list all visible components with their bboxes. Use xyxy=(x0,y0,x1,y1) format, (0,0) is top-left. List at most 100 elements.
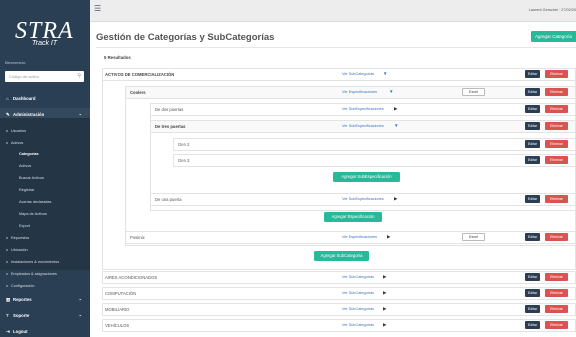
user-info[interactable]: Laurent Gerschel · 27/02/20 xyxy=(529,8,576,12)
edit-button[interactable]: Editar xyxy=(525,140,540,148)
edit-button[interactable]: Editar xyxy=(525,122,540,130)
top-bar: ☰ Laurent Gerschel · 27/02/20 xyxy=(90,0,576,22)
delete-button[interactable]: Eliminar xyxy=(545,305,568,313)
welcome-label: Bienvenido: xyxy=(5,60,26,65)
edit-button[interactable]: Editar xyxy=(525,233,540,241)
subspecification-name: De tres puertas xyxy=(155,124,186,129)
nav-activos[interactable]: Activos xyxy=(11,141,23,145)
nav-averias[interactable]: Avarías declaradas xyxy=(19,200,51,204)
view-subcategories-link[interactable]: Ver SubCategorías xyxy=(342,323,374,327)
asset-search-input[interactable]: Código de activo ⚲ xyxy=(5,71,84,82)
home-icon: ⌂ xyxy=(6,96,9,101)
delete-button[interactable]: Eliminar xyxy=(545,70,568,78)
view-subcategories-link[interactable]: Ver SubCategorías xyxy=(342,307,374,311)
edit-button[interactable]: Editar xyxy=(525,273,540,281)
nav-soporte[interactable]: ? Soporte ⌄ xyxy=(0,309,90,321)
caret-right-icon[interactable]: ▶ xyxy=(383,274,386,280)
nav-buscar-activos[interactable]: Buscar Activos xyxy=(19,176,44,180)
nav-configuracion[interactable]: Configuración xyxy=(11,284,34,288)
nav-ubicacion[interactable]: Ubicación xyxy=(11,248,28,252)
add-category-button[interactable]: Agregar Categoría xyxy=(531,31,576,42)
chevron-down-icon: ⌄ xyxy=(78,312,82,317)
subspecification-value: Gen 2 xyxy=(178,142,190,147)
caret-down-icon[interactable]: ▼ xyxy=(394,123,398,128)
view-subcategories-link[interactable]: Ver SubCategorías xyxy=(342,291,374,295)
divider xyxy=(96,47,576,48)
edit-button[interactable]: Editar xyxy=(525,105,540,113)
view-specifications-link[interactable]: Ver Especificaciones xyxy=(342,235,377,239)
add-specification-button[interactable]: Agregar Especificación xyxy=(324,212,382,222)
edit-button[interactable]: Editar xyxy=(525,321,540,329)
excel-button[interactable]: Excel xyxy=(462,233,485,241)
chevron-down-icon: ⌄ xyxy=(78,111,82,116)
nav-mapa-activos[interactable]: Mapa de Activos xyxy=(19,212,47,216)
caret-down-icon[interactable]: ▼ xyxy=(383,71,387,76)
edit-button[interactable]: Editar xyxy=(525,195,540,203)
nav-reportes[interactable]: ▥ Reportes ⌄ xyxy=(0,293,90,305)
question-icon: ? xyxy=(6,313,9,318)
search-icon[interactable]: ⚲ xyxy=(77,73,81,79)
nav-usuarios[interactable]: Usuarios xyxy=(11,129,26,133)
excel-button[interactable]: Excel xyxy=(462,88,485,96)
category-name: COMPUTACIÓN xyxy=(105,291,137,296)
subspecification-name: De dos puertas xyxy=(155,107,184,112)
nav-dashboard[interactable]: ⌂ Dashboard xyxy=(0,92,90,104)
nav-registrar[interactable]: Registrar xyxy=(19,188,34,192)
edit-button[interactable]: Editar xyxy=(525,156,540,164)
view-subcategories-link[interactable]: Ver SubCategorías xyxy=(342,275,374,279)
search-placeholder: Código de activo xyxy=(9,74,39,79)
caret-down-icon[interactable]: ▼ xyxy=(389,89,393,94)
caret-right-icon[interactable]: ▶ xyxy=(394,196,397,202)
delete-button[interactable]: Eliminar xyxy=(545,289,568,297)
delete-button[interactable]: Eliminar xyxy=(545,233,568,241)
view-subspecifications-link[interactable]: Ver SubEspecificaciones xyxy=(342,197,384,201)
caret-right-icon[interactable]: ▶ xyxy=(383,290,386,296)
delete-button[interactable]: Eliminar xyxy=(545,140,568,148)
hamburger-menu-icon[interactable]: ☰ xyxy=(94,4,101,13)
logout-icon: ⇥ xyxy=(6,329,10,334)
delete-button[interactable]: Eliminar xyxy=(545,195,568,203)
delete-button[interactable]: Eliminar xyxy=(545,122,568,130)
nav-instalaciones[interactable]: Instalaciones & movimientos xyxy=(11,260,59,264)
nav-logout[interactable]: ⇥ Logout xyxy=(0,325,90,337)
nav-repuestos[interactable]: Repuestos xyxy=(11,236,29,240)
view-subspecifications-link[interactable]: Ver SubEspecificaciones xyxy=(342,124,384,128)
specification-name: Posimix xyxy=(130,235,145,240)
caret-right-icon[interactable]: ▶ xyxy=(394,106,397,112)
category-name: AIRES ACONDICIONADOS xyxy=(105,275,158,280)
category-name: VEHÍCULOS xyxy=(105,323,130,328)
table-row xyxy=(102,319,576,332)
specification-name: Coolers xyxy=(130,90,146,95)
category-name: ACTIVOS DE COMERCIALIZACIÓN xyxy=(105,72,175,77)
caret-right-icon[interactable]: ▶ xyxy=(383,306,386,312)
category-name: MOBILIARIO xyxy=(105,307,130,312)
delete-button[interactable]: Eliminar xyxy=(545,105,568,113)
nav-export[interactable]: Export xyxy=(19,224,30,228)
table-row xyxy=(102,287,576,300)
delete-button[interactable]: Eliminar xyxy=(545,88,568,96)
nav-categorias[interactable]: Categorías xyxy=(19,152,39,156)
view-subspecifications-link[interactable]: Ver SubEspecificaciones xyxy=(342,107,384,111)
caret-right-icon[interactable]: ▶ xyxy=(387,234,390,240)
delete-button[interactable]: Eliminar xyxy=(545,321,568,329)
logo-sub-text: Track IT xyxy=(32,40,58,47)
sidebar: STRA Track IT Bienvenido: Código de acti… xyxy=(0,0,90,337)
edit-button[interactable]: Editar xyxy=(525,88,540,96)
edit-button[interactable]: Editar xyxy=(525,289,540,297)
add-subspecification-button[interactable]: Agregar SubEspecificación xyxy=(333,172,400,182)
delete-button[interactable]: Eliminar xyxy=(545,273,568,281)
view-specifications-link[interactable]: Ver Especificaciones xyxy=(342,90,377,94)
chevron-down-icon: ⌄ xyxy=(78,296,82,301)
page-title: Gestión de Categorías y SubCategorías xyxy=(96,32,275,43)
view-subcategories-link[interactable]: Ver SubCategorías xyxy=(342,72,374,76)
nav-activos-sub[interactable]: Activos xyxy=(19,164,31,168)
edit-button[interactable]: Editar xyxy=(525,305,540,313)
table-row xyxy=(102,271,576,284)
add-subcategory-button[interactable]: Agregar SubCategoría xyxy=(314,251,369,261)
results-count: 5 Resultados xyxy=(104,55,131,60)
edit-button[interactable]: Editar xyxy=(525,70,540,78)
nav-empleados[interactable]: Empleados & asignaciones xyxy=(11,272,57,276)
caret-right-icon[interactable]: ▶ xyxy=(383,322,386,328)
delete-button[interactable]: Eliminar xyxy=(545,156,568,164)
table-row xyxy=(173,154,576,167)
